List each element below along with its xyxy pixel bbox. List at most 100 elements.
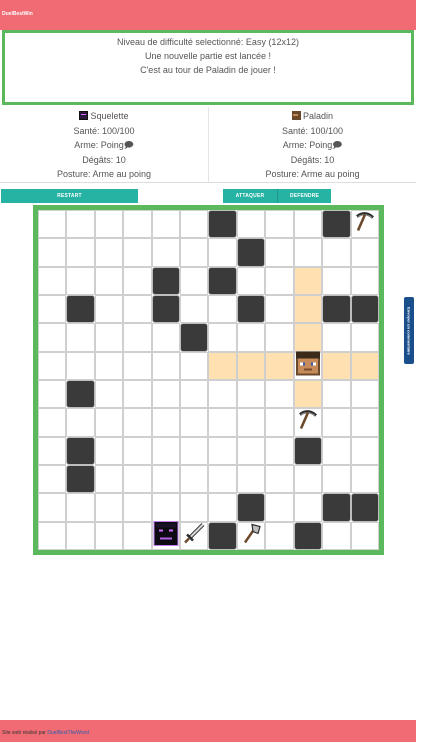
- board-cell[interactable]: [180, 210, 209, 239]
- board-cell[interactable]: [151, 520, 181, 550]
- board-cell[interactable]: [236, 436, 266, 465]
- board-cell[interactable]: [94, 380, 124, 409]
- board-cell[interactable]: [293, 408, 323, 437]
- board-cell[interactable]: [180, 521, 209, 550]
- restart-button[interactable]: RESTART: [1, 189, 138, 203]
- board-cell[interactable]: [265, 210, 294, 239]
- board-cell[interactable]: [94, 351, 124, 380]
- board-cell[interactable]: [180, 493, 209, 522]
- board-cell[interactable]: [350, 266, 379, 295]
- board-cell[interactable]: [350, 210, 379, 239]
- highlighted-move-cell[interactable]: [350, 351, 379, 380]
- highlighted-move-cell[interactable]: [208, 351, 237, 380]
- board-cell[interactable]: [123, 493, 152, 522]
- board-cell[interactable]: [180, 436, 209, 465]
- board-cell[interactable]: [123, 323, 152, 352]
- board-cell[interactable]: [94, 408, 124, 437]
- feedback-tab[interactable]: Envoyer un commentaire: [404, 297, 414, 364]
- board-cell[interactable]: [123, 380, 152, 409]
- board-cell[interactable]: [38, 436, 67, 465]
- board-cell[interactable]: [180, 295, 209, 324]
- board-cell[interactable]: [123, 295, 152, 324]
- board-cell[interactable]: [236, 323, 266, 352]
- board-cell[interactable]: [322, 266, 351, 295]
- board-cell[interactable]: [123, 210, 152, 239]
- highlighted-move-cell[interactable]: [265, 351, 294, 380]
- board-cell[interactable]: [66, 323, 95, 352]
- board-cell[interactable]: [38, 521, 67, 550]
- board-cell[interactable]: [123, 351, 152, 380]
- board-cell[interactable]: [123, 266, 152, 295]
- board-cell[interactable]: [236, 266, 266, 295]
- board-cell[interactable]: [66, 521, 95, 550]
- board-cell[interactable]: [151, 436, 181, 465]
- board-cell[interactable]: [350, 521, 379, 550]
- board-cell[interactable]: [350, 323, 379, 352]
- board-cell[interactable]: [94, 238, 124, 267]
- board-cell[interactable]: [38, 295, 67, 324]
- board-cell[interactable]: [38, 408, 67, 437]
- board-cell[interactable]: [293, 465, 323, 494]
- board-cell[interactable]: [236, 210, 266, 239]
- board-cell[interactable]: [208, 493, 237, 522]
- board-cell[interactable]: [208, 408, 237, 437]
- board-cell[interactable]: [293, 493, 323, 522]
- board-cell[interactable]: [151, 323, 181, 352]
- attack-button[interactable]: ATTAQUER: [223, 189, 277, 203]
- board-cell[interactable]: [350, 380, 379, 409]
- board-cell[interactable]: [350, 436, 379, 465]
- board-cell[interactable]: [265, 521, 294, 550]
- board-cell[interactable]: [265, 295, 294, 324]
- board-cell[interactable]: [322, 436, 351, 465]
- board-cell[interactable]: [94, 266, 124, 295]
- board-cell[interactable]: [66, 238, 95, 267]
- board-cell[interactable]: [236, 521, 266, 550]
- board-cell[interactable]: [293, 238, 323, 267]
- board-cell[interactable]: [322, 408, 351, 437]
- board-cell[interactable]: [236, 465, 266, 494]
- board-cell[interactable]: [94, 465, 124, 494]
- board-cell[interactable]: [38, 266, 67, 295]
- highlighted-move-cell[interactable]: [293, 380, 323, 409]
- board-cell[interactable]: [208, 465, 237, 494]
- board-cell[interactable]: [94, 295, 124, 324]
- board-cell[interactable]: [208, 436, 237, 465]
- board-cell[interactable]: [38, 380, 67, 409]
- board-cell[interactable]: [38, 210, 67, 239]
- board-cell[interactable]: [265, 408, 294, 437]
- board-cell[interactable]: [265, 238, 294, 267]
- board-cell[interactable]: [123, 465, 152, 494]
- board-cell[interactable]: [94, 323, 124, 352]
- board-cell[interactable]: [208, 295, 237, 324]
- board-cell[interactable]: [151, 408, 181, 437]
- board-cell[interactable]: [123, 238, 152, 267]
- board-cell[interactable]: [66, 493, 95, 522]
- board-cell[interactable]: [208, 238, 237, 267]
- board-cell[interactable]: [265, 323, 294, 352]
- footer-author-link[interactable]: DuelBestTheWorst: [47, 730, 89, 736]
- board-cell[interactable]: [265, 380, 294, 409]
- board-cell[interactable]: [180, 266, 209, 295]
- highlighted-move-cell[interactable]: [293, 295, 323, 324]
- board-cell[interactable]: [322, 521, 351, 550]
- board-cell[interactable]: [38, 351, 67, 380]
- board-cell[interactable]: [180, 238, 209, 267]
- board-cell[interactable]: [293, 351, 323, 380]
- board-cell[interactable]: [236, 380, 266, 409]
- board-cell[interactable]: [151, 210, 181, 239]
- defend-button[interactable]: DEFENDRE: [277, 189, 331, 203]
- board-cell[interactable]: [38, 493, 67, 522]
- board-cell[interactable]: [123, 521, 152, 550]
- board-cell[interactable]: [208, 323, 237, 352]
- board-cell[interactable]: [94, 210, 124, 239]
- board-cell[interactable]: [151, 351, 181, 380]
- board-cell[interactable]: [180, 465, 209, 494]
- board-cell[interactable]: [322, 238, 351, 267]
- board-cell[interactable]: [151, 380, 181, 409]
- board-cell[interactable]: [151, 465, 181, 494]
- highlighted-move-cell[interactable]: [293, 266, 323, 295]
- board-cell[interactable]: [350, 465, 379, 494]
- board-cell[interactable]: [38, 323, 67, 352]
- highlighted-move-cell[interactable]: [236, 351, 266, 380]
- board-cell[interactable]: [180, 380, 209, 409]
